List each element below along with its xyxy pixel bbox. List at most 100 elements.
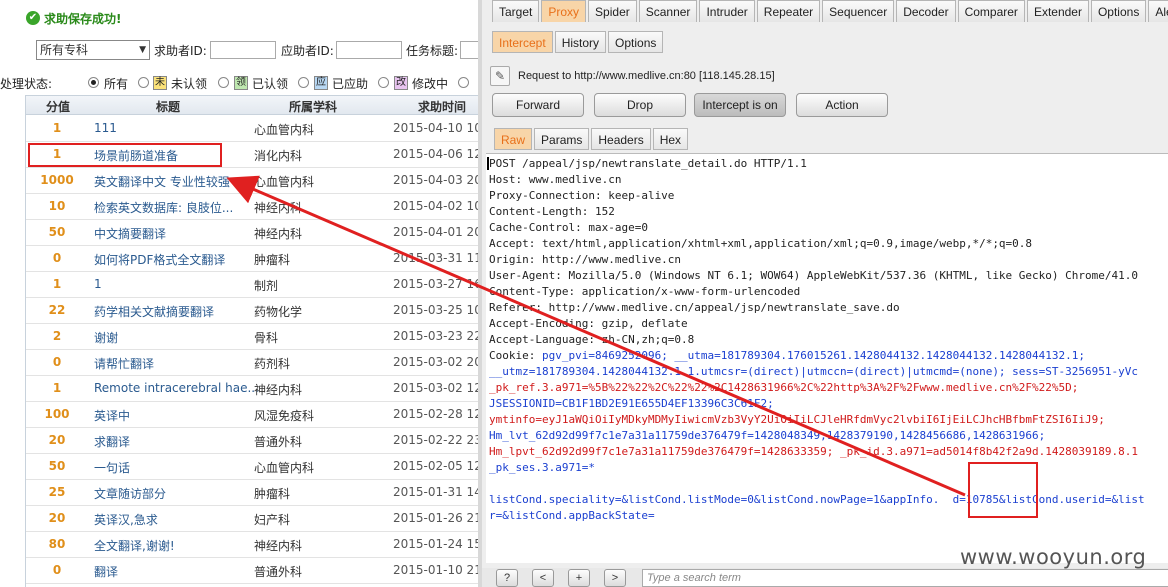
row-title[interactable]: Remote intracerebral hae... (94, 381, 259, 395)
tab-target[interactable]: Target (492, 0, 540, 22)
drop-button[interactable]: Drop (594, 93, 686, 117)
table-row[interactable]: 1 111 心血管内科 2015-04-10 10 (26, 116, 478, 142)
row-dept: 药物化学 (254, 305, 303, 319)
forward-button[interactable]: Forward (492, 93, 584, 117)
row-dept: 骨科 (254, 331, 279, 345)
help-button[interactable]: ? (496, 569, 518, 587)
specialty-select[interactable]: 所有专科 ▼ (36, 40, 150, 60)
table-row[interactable]: 1 Remote intracerebral hae... 神经内科 2015-03-… (26, 376, 478, 402)
status-radio-responded[interactable] (298, 77, 309, 88)
row-score: 1000 (40, 173, 74, 187)
row-title[interactable]: 111 (94, 121, 117, 135)
add-button[interactable]: + (568, 569, 590, 587)
view-tab-headers[interactable]: Headers (591, 128, 651, 150)
row-title[interactable]: 求翻译 (94, 433, 130, 450)
row-dept: 心血管内科 (254, 175, 315, 189)
row-title[interactable]: 谢谢 (94, 329, 118, 346)
next-button[interactable]: > (604, 569, 626, 587)
row-title[interactable]: 请帮忙翻译 (94, 355, 154, 372)
table-row[interactable]: 1 1 制剂 2015-03-27 16 (26, 272, 478, 298)
row-date: 2015-03-02 20 (393, 355, 478, 369)
table-row[interactable]: 50 一句话 心血管内科 2015-02-05 12 (26, 454, 478, 480)
row-dept: 普通外科 (254, 565, 303, 579)
status-filter: 处理状态: 所有 未 未认领 领 已认领 应 已应助 改 修改中 (0, 73, 478, 93)
view-tab-hex[interactable]: Hex (652, 128, 689, 150)
responder-id-input[interactable] (336, 41, 402, 59)
burp-window: Target Proxy Spider Scanner Intruder Repeater… (478, 0, 1168, 587)
subtab-history[interactable]: History (554, 31, 607, 53)
table-row[interactable]: 20 求翻译 普通外科 2015-02-22 23 (26, 428, 478, 454)
row-date: 2015-04-06 12 (393, 147, 478, 161)
row-title[interactable]: 文章随访部分 (94, 485, 166, 502)
search-bar: ? < + > Type a search term (482, 568, 1168, 587)
editing-icon: 改 (394, 76, 408, 90)
request-line: Accept: text/html,application/xhtml+xml,… (489, 237, 1033, 250)
tab-comparer[interactable]: Comparer (957, 0, 1025, 22)
table-row[interactable]: 0 如何将PDF格式全文翻译 肿瘤科 2015-03-31 11 (26, 246, 478, 272)
row-title[interactable]: 1 (94, 277, 102, 291)
request-editor[interactable]: POST /appeal/jsp/newtranslate_detail.do … (486, 153, 1168, 563)
table-row[interactable]: 2 谢谢 骨科 2015-03-23 22 (26, 324, 478, 350)
row-title[interactable]: 检索英文数据库: 良肢位... (94, 199, 233, 216)
watermark: www.wooyun.org (960, 545, 1147, 569)
view-tab-raw[interactable]: Raw (494, 128, 533, 150)
row-date: 2015-04-10 10 (393, 121, 478, 135)
row-title[interactable]: 英译汉,急求 (94, 511, 158, 528)
row-title[interactable]: 中文摘要翻译 (94, 225, 166, 242)
table-row[interactable]: 10 检索英文数据库: 良肢位... 神经内科 2015-04-02 10 (26, 194, 478, 220)
status-option-editing: 修改中 (412, 77, 449, 91)
row-title[interactable]: 英译中 (94, 407, 130, 424)
row-date: 2015-01-24 15 (393, 537, 478, 551)
view-tab-params[interactable]: Params (534, 128, 590, 150)
row-title[interactable]: 翻译 (94, 563, 118, 580)
tab-spider[interactable]: Spider (588, 0, 637, 22)
tab-scanner[interactable]: Scanner (638, 0, 698, 22)
table-row[interactable]: 80 全文翻译,谢谢! 神经内科 2015-01-24 15 (26, 532, 478, 558)
table-row[interactable]: 20 英译汉,急求 妇产科 2015-01-26 21 (26, 506, 478, 532)
row-date: 2015-02-05 12 (393, 459, 478, 473)
table-row[interactable]: 1000 英文翻译中文 专业性较强 心血管内科 2015-04-03 20 (26, 168, 478, 194)
subtab-intercept[interactable]: Intercept (492, 31, 553, 53)
main-tabs: Target Proxy Spider Scanner Intruder Repeater… (492, 0, 1168, 22)
status-radio-claimed[interactable] (218, 77, 229, 88)
seeker-id-input[interactable] (210, 41, 276, 59)
row-title[interactable]: 如何将PDF格式全文翻译 (94, 251, 225, 268)
row-dept: 神经内科 (254, 539, 303, 553)
table-row[interactable]: 100 英译中 风湿免疫科 2015-02-28 12 (26, 402, 478, 428)
status-radio-editing[interactable] (378, 77, 389, 88)
status-radio-more[interactable] (458, 77, 469, 88)
row-title[interactable]: 一句话 (94, 459, 130, 476)
request-line: Proxy-Connection: keep-alive (489, 189, 675, 202)
table-row[interactable]: 50 中文摘要翻译 神经内科 2015-04-01 20 (26, 220, 478, 246)
subtab-options[interactable]: Options (608, 31, 664, 53)
row-title[interactable]: 药学相关文献摘要翻译 (94, 303, 214, 320)
tab-repeater[interactable]: Repeater (756, 0, 821, 22)
tab-intruder[interactable]: Intruder (699, 0, 755, 22)
highlight-box-appinfo-id (968, 462, 1038, 518)
tab-proxy[interactable]: Proxy (541, 0, 587, 22)
status-radio-unclaimed[interactable] (138, 77, 149, 88)
tab-extender[interactable]: Extender (1026, 0, 1089, 22)
tab-sequencer[interactable]: Sequencer (822, 0, 895, 22)
intercept-toggle-button[interactable]: Intercept is on (694, 93, 786, 117)
table-row[interactable]: 22 药学相关文献摘要翻译 药物化学 2015-03-25 10 (26, 298, 478, 324)
row-title[interactable]: 英文翻译中文 专业性较强 (94, 173, 230, 190)
table-row[interactable]: 25 文章随访部分 肿瘤科 2015-01-31 14 (26, 480, 478, 506)
tab-decoder[interactable]: Decoder (896, 0, 956, 22)
table-row[interactable]: 0 请帮忙翻译 药剂科 2015-03-02 20 (26, 350, 478, 376)
table-row[interactable]: 0 翻译 普通外科 2015-01-10 21 (26, 558, 478, 584)
previous-button[interactable]: < (532, 569, 554, 587)
row-title[interactable]: 全文翻译,谢谢! (94, 537, 175, 554)
request-line: Accept-Encoding: gzip, deflate (489, 317, 688, 330)
tab-options[interactable]: Options (1090, 0, 1147, 22)
tab-alerts[interactable]: Alerts (1148, 0, 1168, 22)
request-line: Content-Type: application/x-www-form-url… (489, 285, 801, 298)
status-radio-all[interactable] (88, 77, 99, 88)
row-score: 10 (48, 199, 66, 213)
action-button[interactable]: Action (796, 93, 888, 117)
search-input[interactable]: Type a search term (642, 569, 1168, 587)
status-label: 处理状态: (0, 77, 53, 91)
task-title-input[interactable] (460, 41, 478, 59)
pencil-icon[interactable]: ✎ (490, 66, 510, 86)
request-line: Accept-Language: zh-CN,zh;q=0.8 (489, 333, 695, 346)
